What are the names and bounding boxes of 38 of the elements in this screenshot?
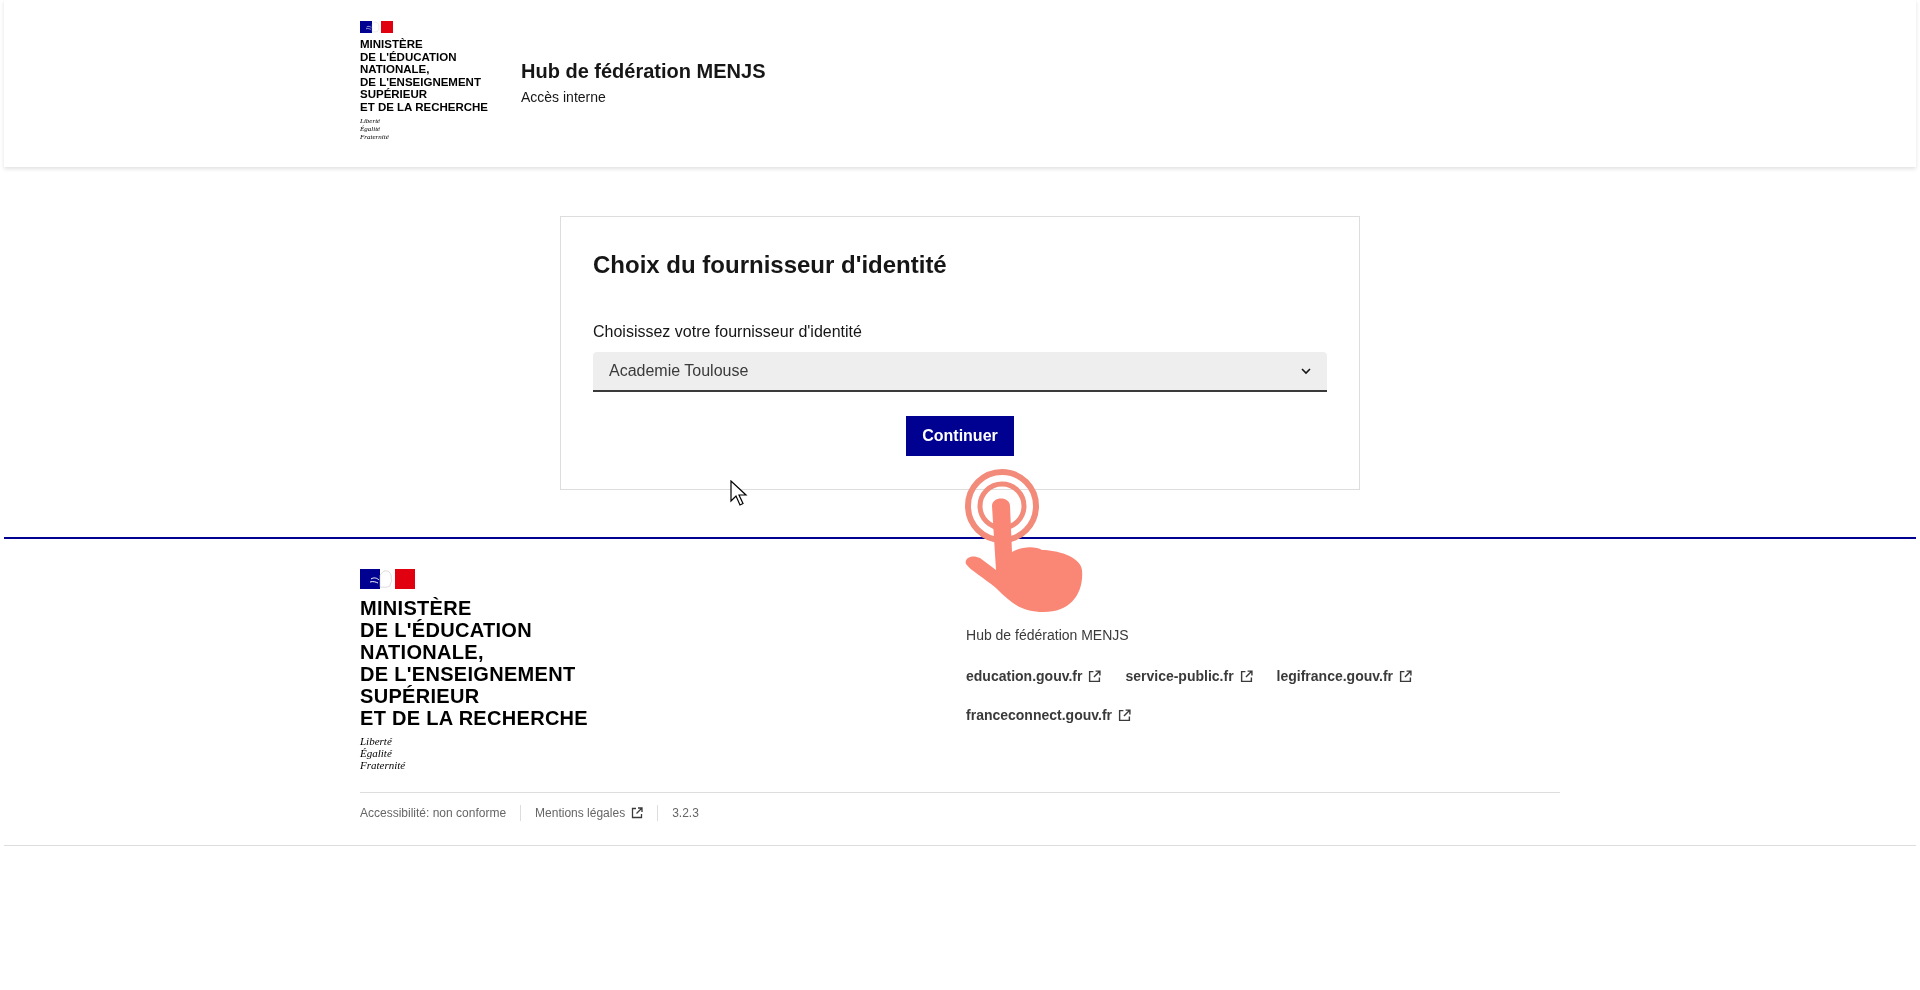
footer-link[interactable]: service-public.fr	[1125, 666, 1253, 687]
footer-bottom-text: Accessibilité: non conforme	[360, 804, 507, 822]
external-link-icon	[1399, 670, 1413, 683]
ministry-name-line: ET DE LA RECHERCHE	[360, 100, 488, 113]
external-link-icon	[1118, 709, 1131, 722]
service-tagline: Accès interne	[521, 88, 607, 107]
ministry-name-line: NATIONALE,	[360, 63, 431, 76]
ministry-name-line: DE L'ÉDUCATION	[360, 50, 458, 63]
ministry-name-line: SUPÉRIEUR	[360, 685, 481, 707]
external-link-icon	[631, 806, 644, 819]
service-title: Hub de fédération MENJS	[521, 59, 766, 84]
flag-icon	[360, 21, 393, 33]
motto-line: Égalité	[360, 747, 393, 759]
motto-line: Fraternité	[360, 759, 407, 771]
ministry-name-line: MINISTÈRE	[360, 597, 473, 619]
ministry-name-line: ET DE LA RECHERCHE	[360, 707, 588, 729]
legal-notice-link[interactable]: Mentions légales	[535, 803, 644, 822]
external-link-icon	[1239, 670, 1253, 683]
card-title: Choix du fournisseur d'identité	[593, 250, 948, 280]
ministry-name-line: DE L'ENSEIGNEMENT	[360, 75, 482, 88]
mouse-pointer-icon	[730, 480, 749, 507]
ministry-name-line: DE L'ÉDUCATION	[360, 619, 533, 641]
footer-link[interactable]: legifrance.gouv.fr	[1276, 666, 1413, 687]
ministry-name-line: SUPÉRIEUR	[360, 88, 429, 101]
external-link-icon	[1088, 670, 1102, 683]
select-label: Choisissez votre fournisseur d'identité	[593, 322, 863, 342]
footer-description: Hub de fédération MENJS	[966, 626, 1130, 645]
ministry-name-line: NATIONALE,	[360, 641, 485, 663]
motto-line: Liberté	[360, 735, 393, 747]
ministry-name-line: MINISTÈRE	[360, 38, 424, 51]
continue-button[interactable]: Continuer	[906, 416, 1014, 456]
footer-link[interactable]: education.gouv.fr	[966, 666, 1102, 687]
ministry-name-line: DE L'ENSEIGNEMENT	[360, 663, 577, 685]
footer-link[interactable]: franceconnect.gouv.fr	[966, 705, 1131, 726]
flag-icon	[360, 569, 415, 589]
chevron-down-icon	[1301, 367, 1311, 375]
footer-bottom-text: 3.2.3	[672, 804, 699, 822]
provider-select[interactable]: Academie Toulouse	[593, 352, 1327, 392]
